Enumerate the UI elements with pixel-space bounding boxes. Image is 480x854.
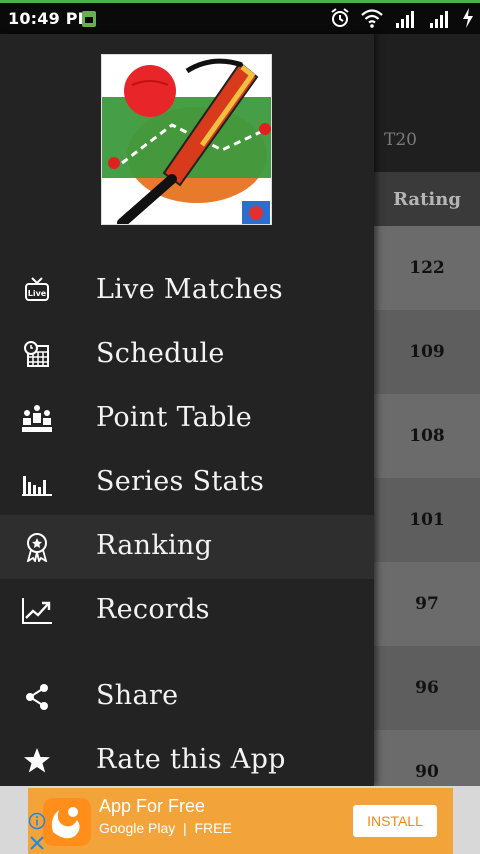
trending-chart-icon	[20, 596, 54, 626]
menu-item-rate-app[interactable]: Rate this App	[0, 729, 374, 793]
cricket-logo-icon	[102, 58, 271, 224]
wifi-icon	[360, 7, 384, 29]
menu-item-label: Schedule	[96, 338, 225, 369]
menu-item-series-stats[interactable]: Series Stats	[0, 451, 374, 515]
live-tv-icon: Live	[20, 276, 54, 306]
share-icon	[20, 682, 54, 712]
menu-item-point-table[interactable]: Point Table	[0, 387, 374, 451]
menu-item-schedule[interactable]: Schedule	[0, 323, 374, 387]
star-icon	[20, 746, 54, 776]
menu-item-label: Records	[96, 594, 210, 625]
status-bar: 10:49 PM	[0, 0, 480, 34]
calendar-clock-icon	[20, 340, 54, 370]
app-logo	[101, 54, 272, 225]
menu-item-live-matches[interactable]: Live Live Matches	[0, 259, 374, 323]
menu-item-label: Point Table	[96, 402, 252, 433]
menu-item-label: Ranking	[96, 530, 213, 561]
ad-title[interactable]: App For Free	[99, 796, 205, 817]
status-time: 10:49 PM	[8, 9, 94, 28]
install-button[interactable]: INSTALL	[353, 805, 437, 837]
bar-stats-icon	[20, 468, 54, 498]
charging-icon	[462, 7, 474, 29]
menu-item-label: Series Stats	[96, 466, 265, 497]
menu-item-label: Share	[96, 680, 179, 711]
table-row[interactable]: 101	[374, 478, 480, 562]
menu-divider	[0, 643, 374, 665]
award-badge-icon	[20, 532, 54, 564]
svg-text:Live: Live	[28, 289, 47, 298]
menu-item-share[interactable]: Share	[0, 665, 374, 729]
signal-icon	[394, 7, 418, 29]
uc-browser-app-icon[interactable]	[43, 798, 91, 846]
alarm-icon	[330, 7, 350, 29]
drawer-menu: Live Live Matches Schedule Point Table S…	[0, 259, 374, 793]
notification-icon	[82, 11, 96, 27]
tab-t20[interactable]: T20	[374, 130, 480, 150]
ad-close-icon[interactable]	[28, 834, 46, 852]
rating-list: 122 109 108 101 97 96 90	[374, 226, 480, 814]
menu-item-label: Rate this App	[96, 744, 286, 775]
ranking-header	[374, 34, 480, 172]
ad-subtitle: Google Play | FREE	[99, 820, 232, 836]
menu-item-records[interactable]: Records	[0, 579, 374, 643]
table-row[interactable]: 108	[374, 394, 480, 478]
table-row[interactable]: 96	[374, 646, 480, 730]
podium-people-icon	[20, 404, 54, 434]
table-row[interactable]: 122	[374, 226, 480, 310]
menu-item-label: Live Matches	[96, 274, 283, 305]
signal-icon	[428, 7, 452, 29]
ad-store: Google Play	[99, 820, 176, 836]
table-row[interactable]: 109	[374, 310, 480, 394]
ad-price-tag: FREE	[194, 820, 232, 836]
table-row[interactable]: 97	[374, 562, 480, 646]
menu-item-ranking[interactable]: Ranking	[0, 515, 374, 579]
navigation-drawer: Live Live Matches Schedule Point Table S…	[0, 34, 374, 786]
ad-info-icon[interactable]	[28, 812, 46, 830]
status-icons	[330, 7, 474, 29]
rating-column-header: Rating	[374, 172, 480, 226]
